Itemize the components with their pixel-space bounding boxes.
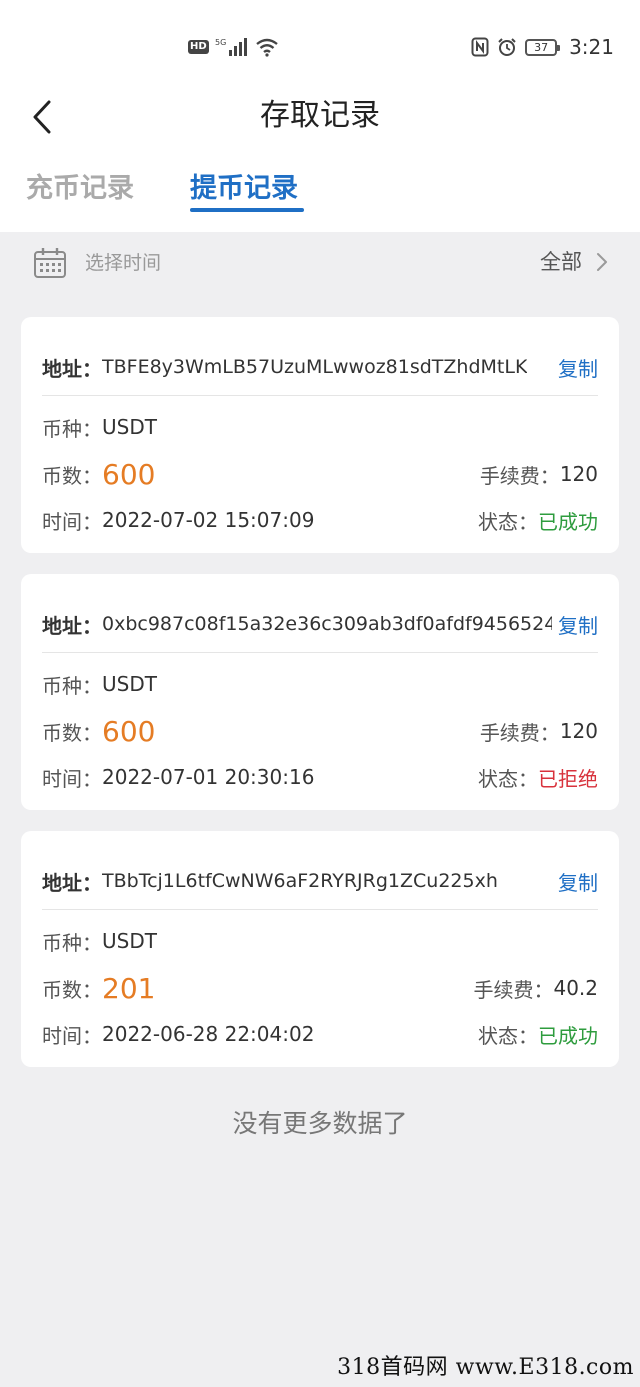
address-label: 地址： — [42, 613, 102, 638]
coin-value: USDT — [102, 672, 157, 696]
status-bar: HD 5G 37 3:21 — [0, 0, 640, 92]
coin-row: 币种： USDT — [42, 664, 598, 704]
fee-pair: 手续费： 40.2 — [473, 974, 598, 1003]
fee-value: 120 — [559, 462, 598, 486]
divider — [42, 395, 598, 396]
nfc-icon — [471, 37, 489, 57]
amount-label: 币数： — [42, 977, 102, 1002]
status-label: 状态： — [478, 1023, 538, 1048]
copy-button[interactable]: 复制 — [552, 353, 598, 382]
amount-label: 币数： — [42, 720, 102, 745]
address-label: 地址： — [42, 870, 102, 895]
alarm-icon — [498, 38, 516, 56]
address-row: 地址： 0xbc987c08f15a32e36c309ab3df0afdf945… — [42, 604, 598, 644]
coin-value: USDT — [102, 415, 157, 439]
status-bar-right: 37 3:21 — [471, 34, 614, 60]
time-row: 时间： 2022-06-28 22:04:02 状态： 已成功 — [42, 1014, 598, 1054]
coin-row: 币种： USDT — [42, 921, 598, 961]
time-value: 2022-07-02 15:07:09 — [102, 508, 315, 532]
no-more-data-text: 没有更多数据了 — [232, 1109, 408, 1138]
status-time: 3:21 — [569, 35, 614, 59]
record-card: 地址： 0xbc987c08f15a32e36c309ab3df0afdf945… — [21, 574, 619, 810]
copy-button[interactable]: 复制 — [552, 610, 598, 639]
coin-row: 币种： USDT — [42, 407, 598, 447]
filter-bar: 选择时间 全部 — [0, 232, 640, 296]
filter-scope-label: 全部 — [540, 250, 582, 274]
status-badge: 已成功 — [538, 1023, 598, 1048]
top-area: HD 5G 37 3:21 存取记录 充币记录 提币记录 — [0, 0, 640, 232]
status-pair: 状态： 已成功 — [478, 506, 598, 535]
record-card: 地址： TBFE8y3WmLB57UzuMLwwoz81sdTZhdMtLK 复… — [21, 317, 619, 553]
amount-value: 600 — [102, 457, 156, 491]
time-row: 时间： 2022-07-02 15:07:09 状态： 已成功 — [42, 500, 598, 540]
fee-label: 手续费： — [473, 977, 554, 1002]
time-row: 时间： 2022-07-01 20:30:16 状态： 已拒绝 — [42, 757, 598, 797]
coin-label: 币种： — [42, 673, 102, 698]
fee-label: 手续费： — [479, 463, 560, 488]
signal-icon: 5G — [215, 38, 247, 56]
watermark: 318首码网 www.E318.com — [337, 1355, 634, 1380]
address-row: 地址： TBFE8y3WmLB57UzuMLwwoz81sdTZhdMtLK 复… — [42, 347, 598, 387]
time-value: 2022-06-28 22:04:02 — [102, 1022, 315, 1046]
fee-value: 120 — [559, 719, 598, 743]
address-value: TBFE8y3WmLB57UzuMLwwoz81sdTZhdMtLK — [102, 356, 528, 378]
amount-row: 币数： 600 手续费： 120 — [42, 454, 598, 494]
address-label: 地址： — [42, 356, 102, 381]
address-row: 地址： TBbTcj1L6tfCwNW6aF2RYRJRg1ZCu225xh 复… — [42, 861, 598, 901]
status-badge: 已成功 — [538, 509, 598, 534]
navigation-bar: 存取记录 — [0, 92, 640, 142]
amount-value: 600 — [102, 714, 156, 748]
tab-withdraw-records[interactable]: 提币记录 — [190, 164, 298, 214]
coin-label: 币种： — [42, 930, 102, 955]
battery-icon: 37 — [525, 38, 561, 56]
fee-pair: 手续费： 120 — [480, 460, 598, 489]
amount-row: 币数： 201 手续费： 40.2 — [42, 968, 598, 1008]
fee-label: 手续费： — [479, 720, 560, 745]
hd-badge: HD — [188, 40, 209, 54]
active-tab-indicator — [190, 208, 304, 212]
time-value: 2022-07-01 20:30:16 — [102, 765, 315, 789]
coin-value: USDT — [102, 929, 157, 953]
wifi-icon — [255, 38, 278, 57]
tab-deposit-records[interactable]: 充币记录 — [26, 164, 134, 214]
status-label: 状态： — [478, 509, 538, 534]
address-value: 0xbc987c08f15a32e36c309ab3df0afdf9456524… — [102, 613, 552, 635]
record-tabs: 充币记录 提币记录 — [0, 164, 640, 220]
filter-scope-button[interactable]: 全部 — [540, 246, 608, 278]
chevron-right-icon — [597, 253, 607, 271]
status-pair: 状态： 已成功 — [478, 1020, 598, 1049]
signal-5g-label: 5G — [215, 38, 226, 47]
status-pair: 状态： 已拒绝 — [478, 763, 598, 792]
amount-label: 币数： — [42, 463, 102, 488]
calendar-icon[interactable] — [33, 247, 67, 279]
status-bar-left: HD 5G — [188, 36, 279, 58]
coin-label: 币种： — [42, 416, 102, 441]
select-time-button[interactable]: 选择时间 — [85, 248, 161, 278]
amount-row: 币数： 600 手续费： 120 — [42, 711, 598, 751]
divider — [42, 652, 598, 653]
status-badge: 已拒绝 — [538, 766, 598, 791]
amount-value: 201 — [102, 971, 156, 1005]
status-label: 状态： — [478, 766, 538, 791]
record-card: 地址： TBbTcj1L6tfCwNW6aF2RYRJRg1ZCu225xh 复… — [21, 831, 619, 1067]
fee-pair: 手续费： 120 — [480, 717, 598, 746]
fee-value: 40.2 — [553, 976, 598, 1000]
time-label: 时间： — [42, 1023, 102, 1048]
divider — [42, 909, 598, 910]
time-label: 时间： — [42, 766, 102, 791]
page-title: 存取记录 — [260, 98, 380, 133]
address-value: TBbTcj1L6tfCwNW6aF2RYRJRg1ZCu225xh — [102, 870, 498, 892]
time-label: 时间： — [42, 509, 102, 534]
copy-button[interactable]: 复制 — [552, 867, 598, 896]
